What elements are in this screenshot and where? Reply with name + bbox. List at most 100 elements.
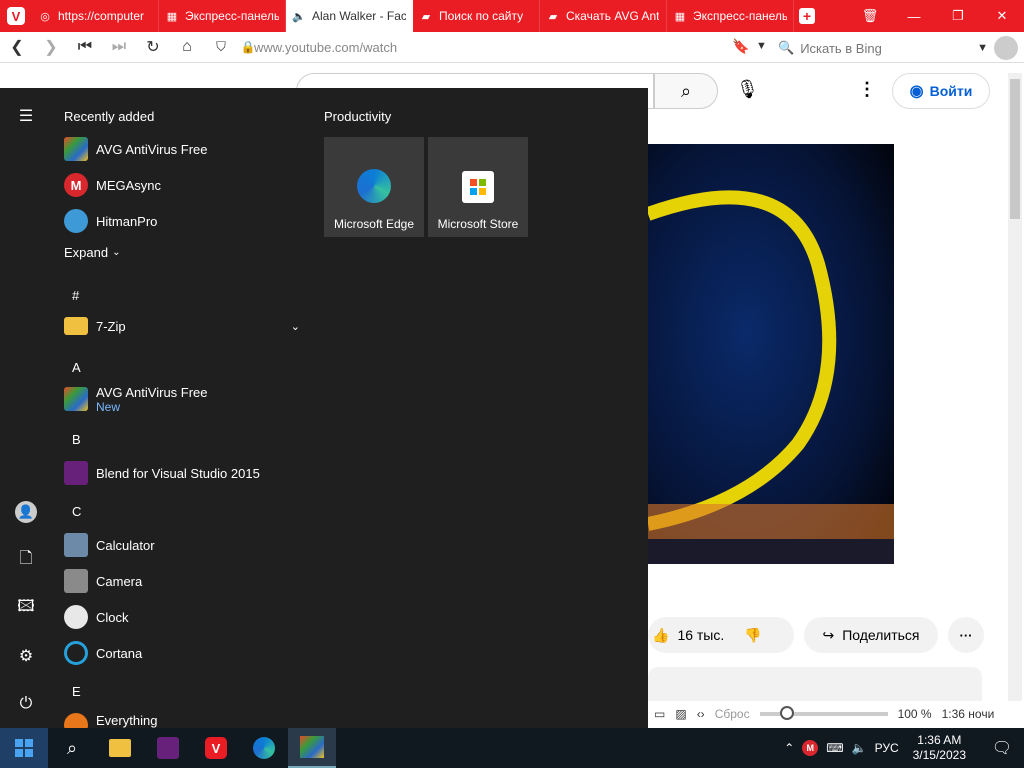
like-button[interactable]: 👍 16 тыс. 👎 [648, 617, 794, 653]
like-count: 16 тыс. [677, 627, 725, 643]
file-explorer-taskbar-icon[interactable] [96, 728, 144, 768]
search-engine-field[interactable]: 🔍 Искать в Bing ▼ [778, 36, 988, 60]
letter-header-c[interactable]: C [72, 504, 81, 519]
store-icon [462, 171, 494, 203]
pictures-icon[interactable]: 🖾 [15, 597, 37, 619]
close-button[interactable]: ✕ [980, 0, 1024, 32]
chevron-down-icon[interactable]: ▼ [756, 40, 767, 52]
app-7zip[interactable]: 7-Zip ⌄ [64, 317, 300, 335]
tile-microsoft-edge[interactable]: Microsoft Edge [324, 137, 424, 237]
image-icon[interactable]: ▨ [675, 707, 686, 721]
app-avg-recent[interactable]: AVG AntiVirus Free [64, 137, 208, 161]
network-icon[interactable]: ⌨ [826, 741, 843, 755]
code-icon[interactable]: ‹› [697, 707, 705, 721]
profile-avatar[interactable] [994, 36, 1018, 60]
app-label: Cortana [96, 645, 143, 661]
home-button[interactable]: ⌂ [170, 38, 204, 56]
app-label: AVG AntiVirus Free [96, 385, 208, 400]
volume-icon[interactable]: 🔈 [852, 741, 867, 755]
url-field[interactable]: www.youtube.com/watch [254, 40, 397, 55]
tab-5[interactable]: ▰ Скачать AVG Ant [540, 0, 667, 32]
zoom-slider-thumb[interactable] [779, 706, 794, 720]
everything-icon [64, 713, 88, 728]
tab-1[interactable]: ◎ https://computer [32, 0, 159, 32]
avg-icon: ▰ [421, 10, 431, 23]
video-player[interactable] [648, 144, 894, 564]
tab-4[interactable]: ▰ Поиск по сайту [413, 0, 540, 32]
app-hitmanpro[interactable]: HitmanPro [64, 209, 157, 233]
app-blend[interactable]: Blend for Visual Studio 2015 [64, 461, 260, 485]
start-button[interactable] [0, 728, 48, 768]
zoom-reset[interactable]: Сброс [715, 707, 750, 721]
bookmark-icon[interactable]: 🔖 [732, 38, 749, 55]
app-cortana[interactable]: Cortana [64, 641, 142, 665]
back-button[interactable]: ❮ [0, 37, 34, 57]
letter-header-a[interactable]: A [72, 360, 81, 375]
reload-button[interactable]: ↻ [136, 37, 170, 57]
mega-tray-icon[interactable]: M [802, 740, 819, 756]
speaker-icon: 🔈 [292, 10, 306, 23]
scrollbar-thumb[interactable] [1010, 79, 1020, 219]
forward-button[interactable]: ❯ [34, 37, 68, 57]
notifications-icon[interactable]: 🗨 [980, 738, 1024, 758]
new-tab-button[interactable]: + [794, 0, 820, 32]
tile-microsoft-store[interactable]: Microsoft Store [428, 137, 528, 237]
chevron-up-icon[interactable]: ⌃ [784, 741, 794, 755]
youtube-search-button[interactable]: ⌕ [654, 73, 718, 109]
more-vert-icon[interactable]: ⋮ [858, 79, 876, 100]
signin-button[interactable]: ◉ Войти [892, 73, 990, 109]
tab-label: https://computer [58, 9, 145, 23]
trash-icon[interactable]: 🗑 [848, 0, 892, 32]
grid-icon: ▦ [166, 10, 178, 23]
app-everything[interactable]: Everything [64, 713, 157, 728]
hamburger-menu-icon[interactable]: ☰ [15, 105, 37, 127]
zoom-slider[interactable] [759, 706, 888, 720]
camera-icon [64, 569, 88, 593]
power-icon[interactable]: ⏻ [15, 693, 37, 715]
language-indicator[interactable]: РУС [875, 741, 899, 755]
fast-forward-button[interactable]: ⏭ [102, 38, 136, 56]
microphone-icon[interactable]: 🎙 [736, 79, 759, 100]
cortana-icon [64, 641, 88, 665]
app-camera[interactable]: Camera [64, 569, 142, 593]
letter-header-b[interactable]: B [72, 432, 81, 447]
expand-button[interactable]: Expand ⌄ [64, 245, 120, 260]
productivity-heading: Productivity [324, 109, 392, 124]
app-clock[interactable]: Clock [64, 605, 129, 629]
app-megasync[interactable]: M MEGAsync [64, 173, 161, 197]
vivaldi-menu-button[interactable]: V [0, 0, 32, 32]
share-button[interactable]: ↪ Поделиться [804, 617, 938, 653]
avg-taskbar-icon[interactable] [288, 728, 336, 768]
avg-icon [300, 736, 324, 758]
settings-gear-icon[interactable]: ⚙ [15, 645, 37, 667]
clock-area[interactable]: 1:36 AM 3/15/2023 [907, 733, 972, 763]
vivaldi-taskbar-icon[interactable]: V [192, 728, 240, 768]
app-label: MEGAsync [96, 177, 162, 193]
search-taskbar-icon[interactable]: ⌕ [48, 728, 96, 768]
window-icon[interactable]: ▭ [654, 707, 665, 721]
tab-label: Экспресс-панель [693, 9, 787, 23]
letter-header-e[interactable]: E [72, 684, 81, 699]
app-calculator[interactable]: Calculator [64, 533, 155, 557]
documents-icon[interactable]: 🗋 [15, 549, 37, 571]
windows-logo-icon [15, 739, 33, 757]
tab-3-active[interactable]: 🔈 Alan Walker - Fac [286, 0, 413, 32]
edge-taskbar-icon[interactable] [240, 728, 288, 768]
tab-2[interactable]: ▦ Экспресс-панель [159, 0, 286, 32]
chevron-down-icon[interactable]: ⌄ [291, 320, 300, 333]
thumbs-down-icon[interactable]: 👎 [744, 627, 761, 644]
user-account-icon[interactable]: 👤 [15, 501, 37, 523]
more-actions-button[interactable]: ··· [948, 617, 984, 653]
visual-studio-taskbar-icon[interactable] [144, 728, 192, 768]
restore-button[interactable]: ❐ [936, 0, 980, 32]
vivaldi-icon: V [205, 737, 227, 759]
tab-6[interactable]: ▦ Экспресс-панель [667, 0, 794, 32]
minimize-button[interactable]: — [892, 0, 936, 32]
app-avg[interactable]: AVG AntiVirus Free New [64, 385, 208, 414]
rewind-button[interactable]: ⏮ [68, 38, 102, 56]
shield-icon[interactable]: ⛉ [204, 39, 238, 55]
letter-header-hash[interactable]: # [72, 288, 79, 303]
chevron-down-icon[interactable]: ▼ [977, 42, 988, 54]
tab-label: Скачать AVG Ant [566, 9, 660, 23]
scrollbar[interactable] [1008, 73, 1022, 713]
